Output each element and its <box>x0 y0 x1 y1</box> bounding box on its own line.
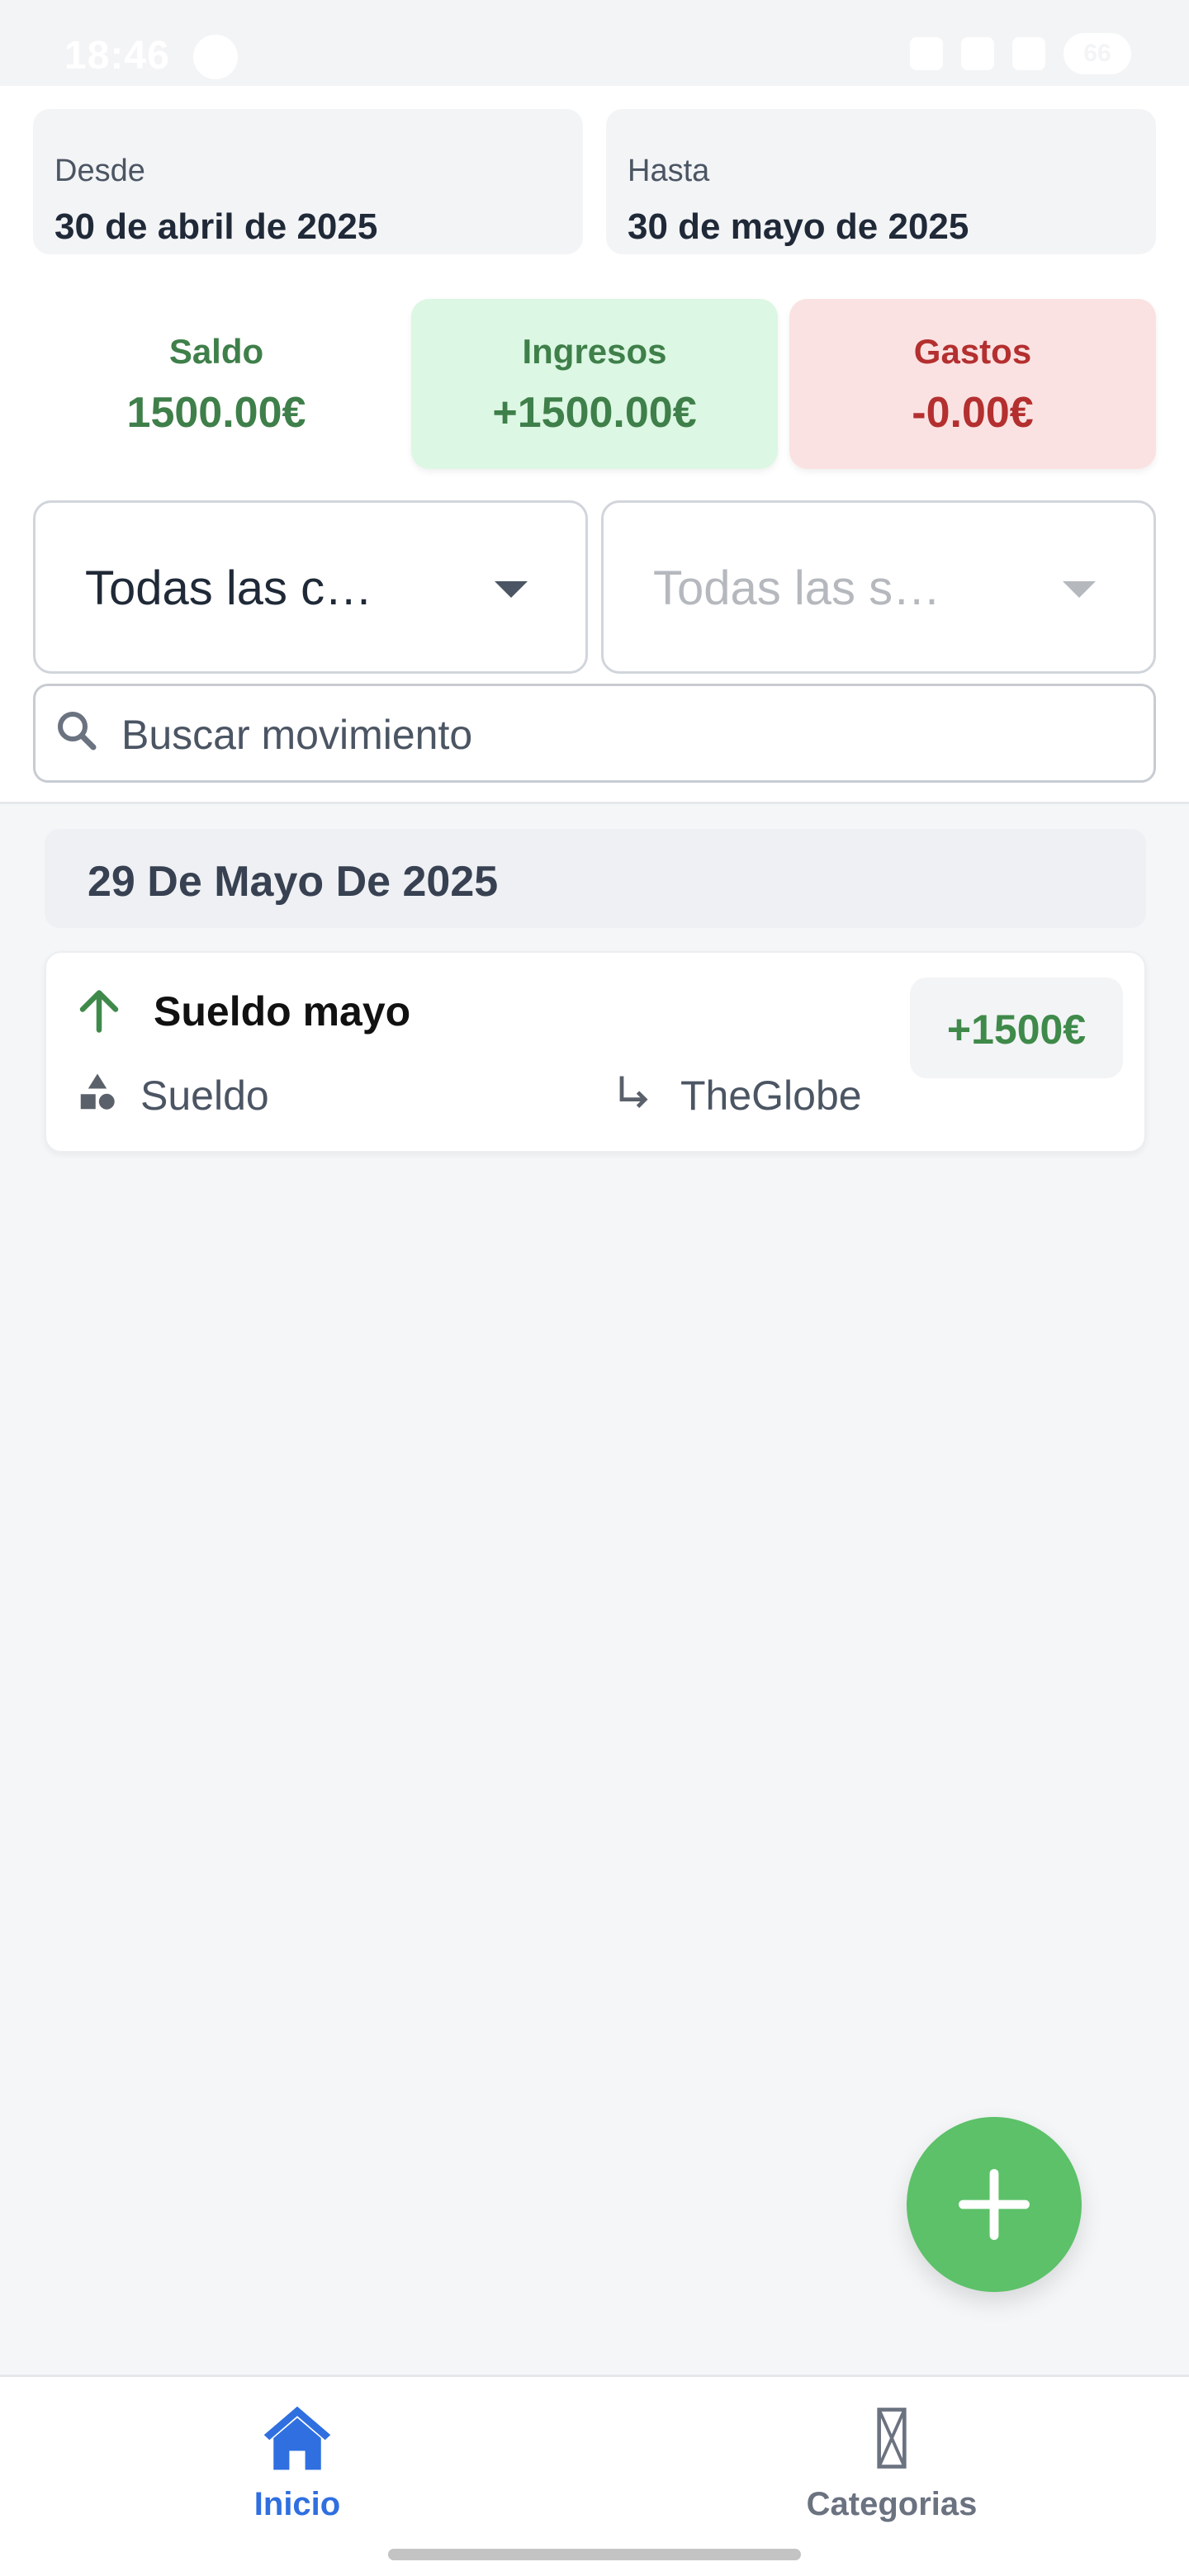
date-from-value: 30 de abril de 2025 <box>54 206 378 247</box>
battery-indicator: 66 <box>1063 33 1131 74</box>
date-to-label: Hasta <box>628 154 710 188</box>
nav-label-categorias: Categorias <box>806 2486 978 2522</box>
date-from-picker[interactable]: Desde 30 de abril de 2025 <box>33 109 583 254</box>
nav-item-inicio[interactable]: Inicio <box>173 2400 421 2524</box>
transaction-title: Sueldo mayo <box>154 988 411 1035</box>
notification-icon <box>193 35 238 79</box>
date-group-label: 29 De Mayo De 2025 <box>88 858 499 906</box>
search-icon <box>58 712 97 751</box>
status-icons: 66 <box>910 33 1131 74</box>
balance-label: Saldo <box>168 332 264 371</box>
transaction-account: TheGlobe <box>680 1073 862 1119</box>
wifi-icon <box>961 37 994 70</box>
category-select-value: Todas las c… <box>85 561 373 615</box>
subcategory-select-value: Todas las s… <box>653 561 941 615</box>
search-bar[interactable] <box>33 684 1156 783</box>
status-bar: 18:46 66 <box>0 0 1189 86</box>
filters-panel: Desde 30 de abril de 2025 Hasta 30 de ma… <box>0 86 1189 804</box>
subdirectory-arrow-icon <box>619 1076 648 1109</box>
mute-icon <box>910 37 943 70</box>
home-icon <box>263 2406 331 2470</box>
income-summary[interactable]: Ingresos +1500.00€ <box>411 299 778 469</box>
plus-icon <box>959 2169 1030 2240</box>
transaction-card[interactable]: Sueldo mayo Sueldo TheGlobe +1500€ <box>45 951 1146 1153</box>
date-group-header: 29 De Mayo De 2025 <box>45 829 1146 928</box>
signal-icon <box>1012 37 1045 70</box>
nav-label-inicio: Inicio <box>253 2486 341 2522</box>
transaction-amount-badge: +1500€ <box>910 978 1123 1078</box>
income-value: +1500.00€ <box>492 389 697 437</box>
expenses-label: Gastos <box>913 332 1032 371</box>
nav-item-categorias[interactable]: Categorias <box>768 2400 1016 2524</box>
balance-value: 1500.00€ <box>126 389 306 437</box>
transaction-amount: +1500€ <box>946 1006 1087 1053</box>
bottom-navigation: Inicio Categorias <box>0 2375 1189 2576</box>
balance-summary: Saldo 1500.00€ <box>33 299 400 469</box>
home-indicator[interactable] <box>388 2549 801 2560</box>
category-shapes-icon <box>80 1073 115 1110</box>
date-to-picker[interactable]: Hasta 30 de mayo de 2025 <box>606 109 1156 254</box>
date-to-value: 30 de mayo de 2025 <box>628 206 969 247</box>
subcategory-select[interactable]: Todas las s… <box>601 500 1156 674</box>
categories-icon <box>877 2408 907 2469</box>
status-time: 18:46 <box>64 34 170 78</box>
add-transaction-button[interactable] <box>907 2117 1082 2292</box>
income-label: Ingresos <box>522 332 667 371</box>
search-input[interactable] <box>121 708 1112 762</box>
category-select[interactable]: Todas las c… <box>33 500 588 674</box>
arrow-up-icon <box>79 990 119 1033</box>
transaction-category: Sueldo <box>140 1073 269 1119</box>
expenses-value: -0.00€ <box>912 389 1034 437</box>
date-from-label: Desde <box>54 154 145 188</box>
chevron-down-icon <box>495 581 528 598</box>
chevron-down-icon <box>1063 581 1096 598</box>
expenses-summary[interactable]: Gastos -0.00€ <box>789 299 1156 469</box>
